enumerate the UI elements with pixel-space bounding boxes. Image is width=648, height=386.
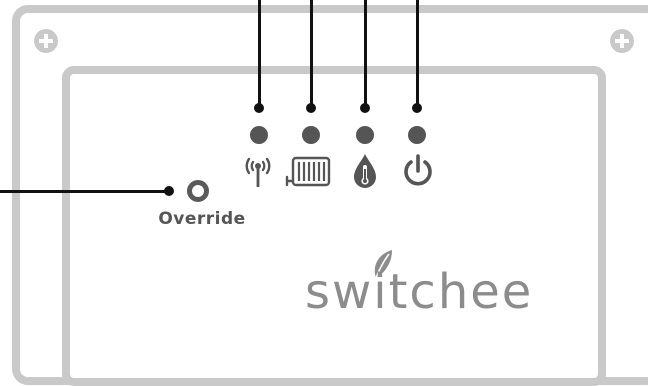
callout-dot-override	[164, 186, 174, 196]
override-button[interactable]	[187, 180, 209, 202]
power-icon	[404, 154, 432, 186]
screw-top-left-icon	[34, 29, 58, 53]
callout-line-power	[416, 0, 419, 108]
callout-line-heating	[310, 0, 313, 108]
device-inner-frame	[62, 66, 606, 386]
callout-line-signal	[258, 0, 261, 108]
led-signal	[250, 126, 268, 144]
override-label: Override	[158, 209, 246, 229]
signal-icon	[245, 157, 271, 187]
led-heating	[302, 126, 320, 144]
callout-dot-power	[412, 103, 422, 113]
callout-dot-signal	[254, 103, 264, 113]
screw-top-right-icon	[610, 29, 634, 53]
led-temperature	[356, 126, 374, 144]
led-power	[408, 126, 426, 144]
callout-dot-heating	[306, 103, 316, 113]
thermometer-drop-icon	[354, 154, 376, 188]
callout-dot-temperature	[360, 103, 370, 113]
brand-logo-text: switchee	[305, 264, 534, 320]
radiator-icon	[285, 156, 331, 187]
callout-line-temperature	[364, 0, 367, 108]
callout-line-override	[0, 190, 168, 193]
